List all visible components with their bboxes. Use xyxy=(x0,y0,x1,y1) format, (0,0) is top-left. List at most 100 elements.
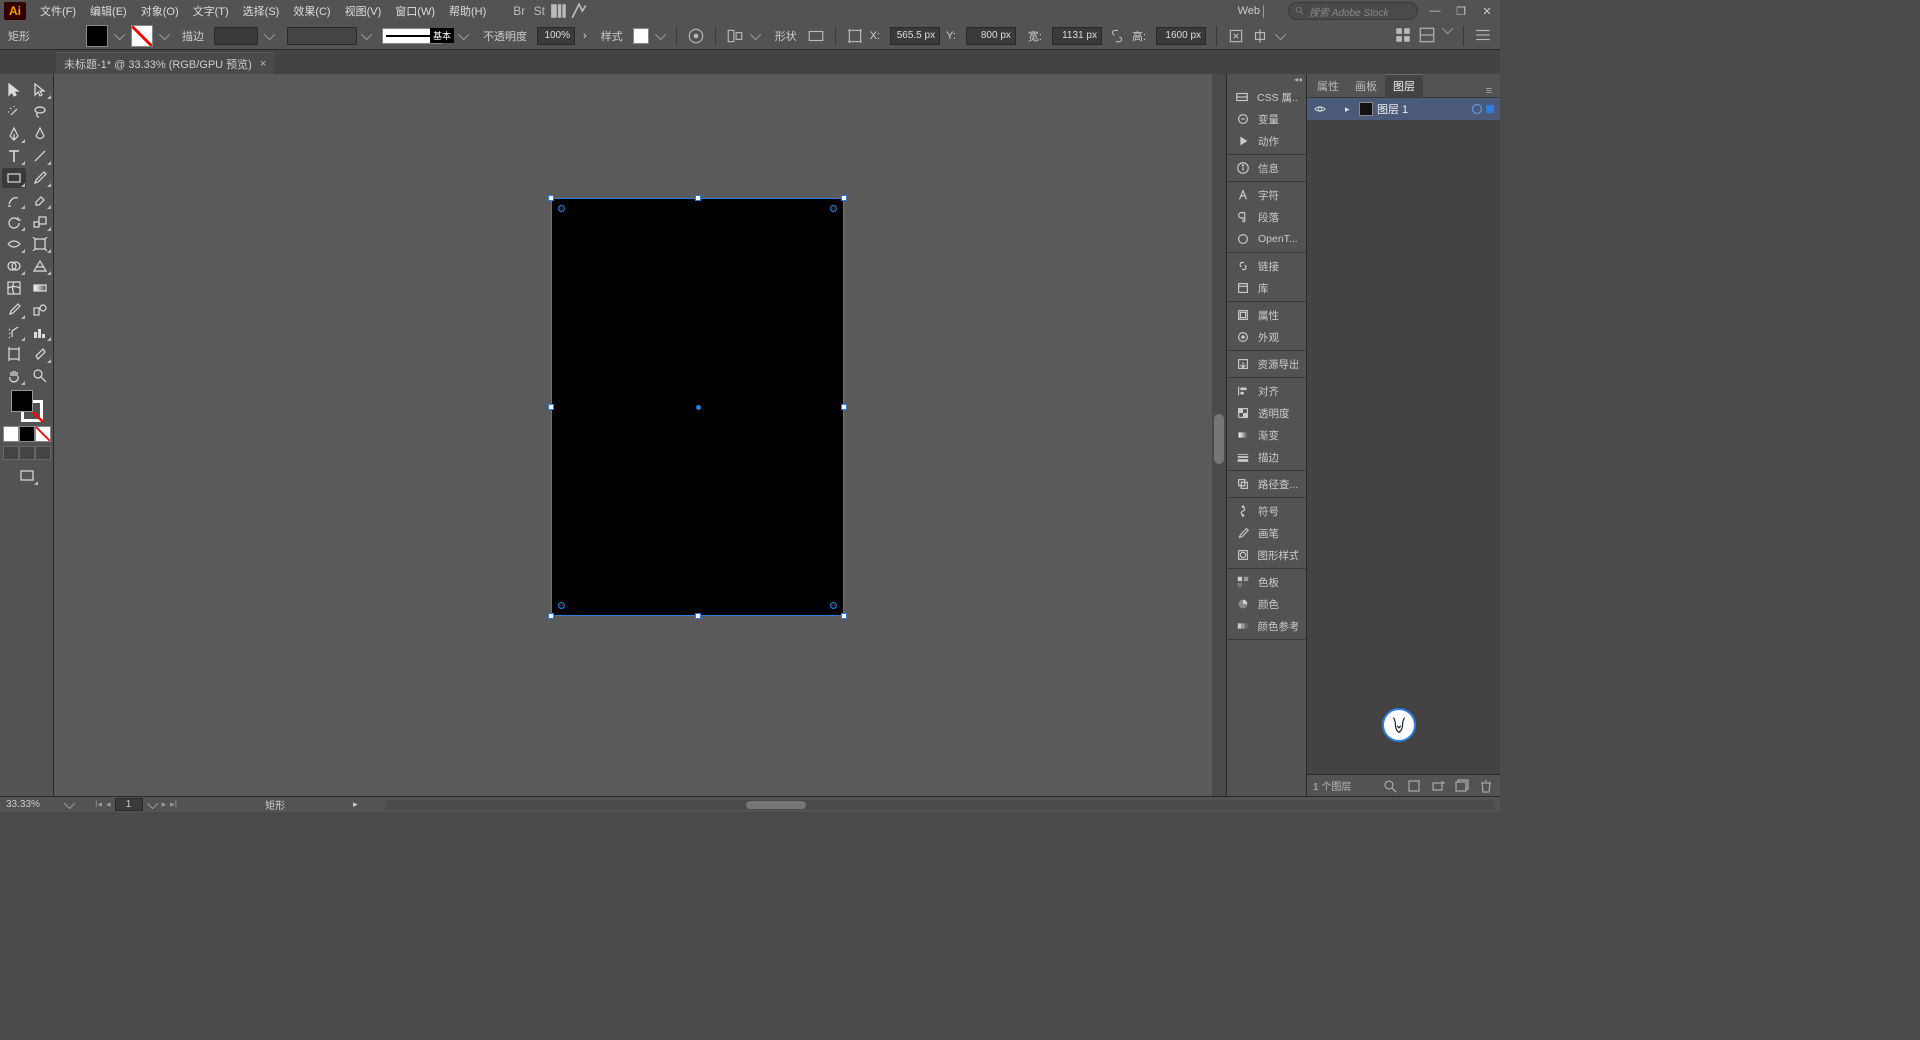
menu-object[interactable]: 对象(O) xyxy=(135,1,185,21)
type-tool[interactable] xyxy=(2,146,26,166)
handle-tr[interactable] xyxy=(841,195,847,201)
transform-icon[interactable] xyxy=(846,27,864,45)
window-restore[interactable]: ❐ xyxy=(1452,2,1470,20)
hand-tool[interactable] xyxy=(2,366,26,386)
direct-selection-tool[interactable] xyxy=(28,80,52,100)
column-graph-tool[interactable] xyxy=(28,322,52,342)
dock-item-appear[interactable]: 外观 xyxy=(1227,326,1306,348)
dock-item-play[interactable]: 动作 xyxy=(1227,130,1306,152)
w-input[interactable] xyxy=(1052,27,1102,45)
dock-item-ot[interactable]: OpenT... xyxy=(1227,228,1306,250)
live-corner-br[interactable] xyxy=(830,602,837,609)
align-dropdown[interactable] xyxy=(750,28,761,39)
artboard-last[interactable]: ▸I xyxy=(170,799,177,810)
handle-tm[interactable] xyxy=(695,195,701,201)
artboard-index[interactable] xyxy=(115,798,143,811)
menu-effect[interactable]: 效果(C) xyxy=(287,1,336,21)
y-input[interactable] xyxy=(966,27,1016,45)
paintbrush-tool[interactable] xyxy=(28,168,52,188)
artboard-next[interactable]: ▸ xyxy=(162,799,167,810)
dock-collapse-icon[interactable]: ◂◂ xyxy=(1294,75,1302,84)
handle-tl[interactable] xyxy=(548,195,554,201)
graphic-style-swatch[interactable] xyxy=(633,28,649,44)
lasso-tool[interactable] xyxy=(28,102,52,122)
graphic-style-dropdown[interactable] xyxy=(655,28,666,39)
panel-tab-layers[interactable]: 图层 xyxy=(1385,74,1423,97)
arrange-doc-icon[interactable] xyxy=(1418,26,1436,44)
menu-help[interactable]: 帮助(H) xyxy=(443,1,492,21)
handle-mr[interactable] xyxy=(841,404,847,410)
artboard-dropdown[interactable] xyxy=(146,797,157,808)
live-corner-bl[interactable] xyxy=(558,602,565,609)
scale-tool[interactable] xyxy=(28,212,52,232)
constrain-proportions-icon[interactable] xyxy=(1108,27,1126,45)
shape-builder-tool[interactable] xyxy=(2,256,26,276)
prefs-icon[interactable] xyxy=(1474,26,1492,44)
menu-type[interactable]: 文字(T) xyxy=(187,1,235,21)
delete-layer-icon[interactable] xyxy=(1478,778,1494,794)
dock-item-stroke[interactable]: 描边 xyxy=(1227,446,1306,468)
draw-inside[interactable] xyxy=(35,446,51,460)
menu-edit[interactable]: 编辑(E) xyxy=(84,1,133,21)
dock-item-cref[interactable]: 颜色参考 xyxy=(1227,615,1306,637)
vw-profile[interactable] xyxy=(287,27,357,45)
symbol-sprayer-tool[interactable] xyxy=(2,322,26,342)
status-menu[interactable]: ▸ xyxy=(293,799,358,810)
mesh-tool[interactable] xyxy=(2,278,26,298)
panel-tab-properties[interactable]: 属性 xyxy=(1309,75,1347,97)
rotate-tool[interactable] xyxy=(2,212,26,232)
new-layer-icon[interactable] xyxy=(1454,778,1470,794)
dock-item-var[interactable]: 变量 xyxy=(1227,108,1306,130)
menu-file[interactable]: 文件(F) xyxy=(34,1,82,21)
vertical-scrollbar[interactable] xyxy=(1212,74,1226,796)
layer-disclose-icon[interactable]: ▸ xyxy=(1345,104,1355,115)
dock-item-grad[interactable]: 渐变 xyxy=(1227,424,1306,446)
make-clipping-mask-icon[interactable] xyxy=(1406,778,1422,794)
dock-item-para[interactable]: 段落 xyxy=(1227,206,1306,228)
selection-tool[interactable] xyxy=(2,80,26,100)
dock-item-css[interactable]: CSS 属... xyxy=(1227,86,1306,108)
opacity-stepper[interactable]: › xyxy=(583,30,587,42)
draw-normal[interactable] xyxy=(3,446,19,460)
selected-rectangle[interactable] xyxy=(551,198,844,616)
fill-stroke-proxy[interactable] xyxy=(11,390,43,422)
pen-tool[interactable] xyxy=(2,124,26,144)
arrange-artboard-icon[interactable] xyxy=(1394,26,1412,44)
menu-select[interactable]: 选择(S) xyxy=(237,1,286,21)
isolate-icon[interactable] xyxy=(1227,27,1245,45)
free-transform-tool[interactable] xyxy=(28,234,52,254)
shape-props-icon[interactable] xyxy=(807,27,825,45)
dock-item-lib[interactable]: 库 xyxy=(1227,277,1306,299)
arrange-doc-dropdown[interactable] xyxy=(1442,22,1453,33)
locate-object-icon[interactable] xyxy=(1382,778,1398,794)
artboard-tool[interactable] xyxy=(2,344,26,364)
dock-item-attr[interactable]: 属性 xyxy=(1227,304,1306,326)
fill-dropdown[interactable] xyxy=(114,28,125,39)
new-sublayer-icon[interactable] xyxy=(1430,778,1446,794)
handle-bm[interactable] xyxy=(695,613,701,619)
rectangle-tool[interactable] xyxy=(2,168,26,188)
dock-item-align[interactable]: 对齐 xyxy=(1227,380,1306,402)
dock-item-char[interactable]: 字符 xyxy=(1227,184,1306,206)
curvature-tool[interactable] xyxy=(28,124,52,144)
window-close[interactable]: ✕ xyxy=(1478,2,1496,20)
stroke-weight-input[interactable] xyxy=(214,27,258,45)
dock-item-path[interactable]: 路径查... xyxy=(1227,473,1306,495)
fill-swatch[interactable] xyxy=(86,25,108,47)
color-mode-solid2[interactable] xyxy=(19,426,35,442)
vw-profile-dropdown[interactable] xyxy=(361,28,372,39)
document-tab[interactable]: 未标题-1* @ 33.33% (RGB/GPU 预览) × xyxy=(56,52,274,74)
artboard-prev[interactable]: ◂ xyxy=(106,799,111,810)
recolor-icon[interactable] xyxy=(687,27,705,45)
canvas[interactable] xyxy=(54,74,1226,796)
fill-color-proxy[interactable] xyxy=(11,390,33,412)
arrange-icon[interactable] xyxy=(550,2,568,20)
live-corner-tl[interactable] xyxy=(558,205,565,212)
gradient-tool[interactable] xyxy=(28,278,52,298)
dock-item-color[interactable]: 颜色 xyxy=(1227,593,1306,615)
panel-tab-artboards[interactable]: 画板 xyxy=(1347,75,1385,97)
shaper-tool[interactable] xyxy=(2,190,26,210)
handle-center[interactable] xyxy=(696,405,701,410)
dock-item-sym[interactable]: 符号 xyxy=(1227,500,1306,522)
tab-close-icon[interactable]: × xyxy=(260,58,266,70)
